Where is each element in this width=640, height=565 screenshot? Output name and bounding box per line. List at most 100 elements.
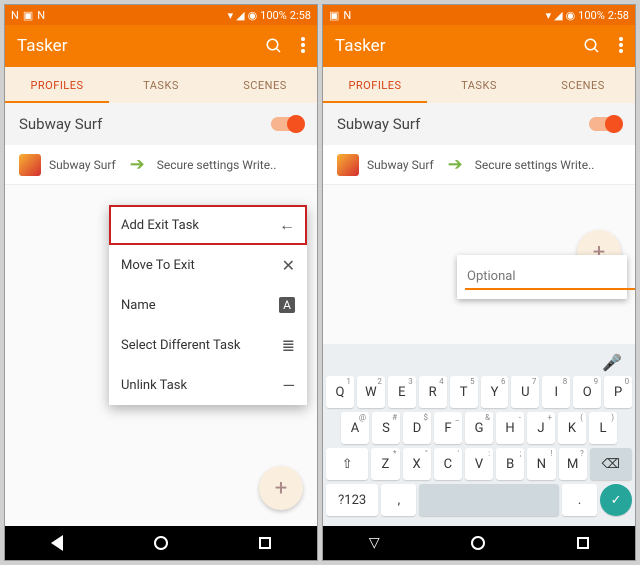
battery-icon: ◉ <box>248 9 258 22</box>
notif-icon: N <box>343 9 351 22</box>
key-d[interactable]: D$ <box>403 412 431 444</box>
clock-text: 2:58 <box>290 9 311 22</box>
menu-add-exit-task[interactable]: Add Exit Task ← <box>109 205 307 245</box>
task-row[interactable]: Subway Surf ➔ Secure settings Write.. <box>323 145 635 185</box>
key-p[interactable]: P0 <box>604 376 632 408</box>
overflow-icon[interactable] <box>301 37 305 55</box>
signal-icon: ◢ <box>554 9 562 22</box>
tab-scenes[interactable]: SCENES <box>531 67 635 103</box>
key-k[interactable]: K( <box>558 412 586 444</box>
key-q[interactable]: Q1 <box>326 376 354 408</box>
nav-keyboard-down[interactable]: ▽ <box>369 535 380 551</box>
key-l[interactable]: L) <box>589 412 617 444</box>
search-icon[interactable] <box>583 37 601 55</box>
menu-select-different[interactable]: Select Different Task ≣ <box>109 325 307 365</box>
menu-label: Unlink Task <box>121 378 187 393</box>
key-enter[interactable]: ✓ <box>600 484 632 516</box>
key-n[interactable]: N! <box>527 448 555 480</box>
key-o[interactable]: O9 <box>573 376 601 408</box>
wifi-icon: ▾ <box>546 9 552 22</box>
key-j[interactable]: J+ <box>527 412 555 444</box>
overflow-icon[interactable] <box>619 37 623 55</box>
profile-toggle[interactable] <box>589 117 621 131</box>
battery-text: 100% <box>260 9 287 22</box>
profile-name: Subway Surf <box>19 115 102 133</box>
key-v[interactable]: V: <box>465 448 493 480</box>
letter-a-icon: A <box>279 297 295 313</box>
menu-label: Add Exit Task <box>121 218 199 233</box>
nav-back[interactable] <box>51 535 63 551</box>
profile-header[interactable]: Subway Surf <box>5 103 317 145</box>
battery-icon: ◉ <box>566 9 576 22</box>
key-m[interactable]: M? <box>559 448 587 480</box>
profile-toggle[interactable] <box>271 117 303 131</box>
arrow-right-icon: ➔ <box>130 154 145 175</box>
wifi-icon: ▾ <box>228 9 234 22</box>
key-x[interactable]: X" <box>403 448 431 480</box>
status-bar: ▣ N ▾ ◢ ◉ 100% 2:58 <box>323 5 635 25</box>
key-r[interactable]: R4 <box>419 376 447 408</box>
tab-tasks[interactable]: TASKS <box>109 67 213 103</box>
minus-icon: — <box>283 376 296 395</box>
app-icon <box>19 154 41 176</box>
context-menu: Add Exit Task ← Move To Exit ✕ Name A Se… <box>109 205 307 405</box>
key-w[interactable]: W2 <box>357 376 385 408</box>
key-g[interactable]: G& <box>465 412 493 444</box>
key-symbols[interactable]: ?123 <box>326 484 378 516</box>
key-f[interactable]: F_ <box>434 412 462 444</box>
notif-icon: ▣ <box>23 9 33 22</box>
key-a[interactable]: A@ <box>341 412 369 444</box>
profile-name: Subway Surf <box>337 115 420 133</box>
fab-add[interactable]: + <box>259 466 303 510</box>
task-action-label: Secure settings Write.. <box>475 158 595 172</box>
battery-text: 100% <box>578 9 605 22</box>
key-e[interactable]: E3 <box>388 376 416 408</box>
tab-scenes[interactable]: SCENES <box>213 67 317 103</box>
nav-home[interactable] <box>471 536 485 550</box>
app-title: Tasker <box>335 36 385 56</box>
menu-unlink[interactable]: Unlink Task — <box>109 365 307 405</box>
list-icon: ≣ <box>282 336 295 355</box>
menu-move-to-exit[interactable]: Move To Exit ✕ <box>109 245 307 285</box>
menu-label: Name <box>121 298 156 313</box>
key-period[interactable]: . <box>562 484 597 516</box>
menu-label: Select Different Task <box>121 338 240 353</box>
profile-header[interactable]: Subway Surf <box>323 103 635 145</box>
menu-name[interactable]: Name A <box>109 285 307 325</box>
nav-home[interactable] <box>154 536 168 550</box>
key-backspace[interactable]: ⌫ <box>590 448 632 480</box>
key-i[interactable]: I8 <box>542 376 570 408</box>
key-space[interactable] <box>419 484 559 516</box>
nav-bar <box>5 526 317 560</box>
tab-tasks[interactable]: TASKS <box>427 67 531 103</box>
tab-profiles[interactable]: PROFILES <box>323 67 427 103</box>
key-shift[interactable]: ⇧ <box>326 448 368 480</box>
key-comma[interactable]: , <box>381 484 416 516</box>
shuffle-icon: ✕ <box>282 256 295 275</box>
notif-icon: ▣ <box>329 9 339 22</box>
screenshot-left: N ▣ N ▾ ◢ ◉ 100% 2:58 Tasker PROFILES TA… <box>4 4 318 561</box>
nav-recent[interactable] <box>577 537 589 549</box>
app-bar: Tasker <box>5 25 317 67</box>
key-y[interactable]: Y6 <box>481 376 509 408</box>
key-u[interactable]: U7 <box>511 376 539 408</box>
key-z[interactable]: Z* <box>371 448 399 480</box>
key-h[interactable]: H- <box>496 412 524 444</box>
search-icon[interactable] <box>265 37 283 55</box>
notif-icon: N <box>37 9 45 22</box>
key-s[interactable]: S# <box>372 412 400 444</box>
tab-profiles[interactable]: PROFILES <box>5 67 109 103</box>
back-arrow-icon: ← <box>279 215 295 235</box>
task-name-input[interactable] <box>465 265 635 290</box>
app-bar: Tasker <box>323 25 635 67</box>
notif-icon: N <box>11 9 19 22</box>
tab-bar: PROFILES TASKS SCENES <box>5 67 317 103</box>
task-row[interactable]: Subway Surf ➔ Secure settings Write.. <box>5 145 317 185</box>
key-t[interactable]: T5 <box>450 376 478 408</box>
status-bar: N ▣ N ▾ ◢ ◉ 100% 2:58 <box>5 5 317 25</box>
mic-icon[interactable]: 🎤 <box>602 353 622 372</box>
clock-text: 2:58 <box>608 9 629 22</box>
nav-recent[interactable] <box>259 537 271 549</box>
key-b[interactable]: B; <box>496 448 524 480</box>
key-c[interactable]: C' <box>434 448 462 480</box>
